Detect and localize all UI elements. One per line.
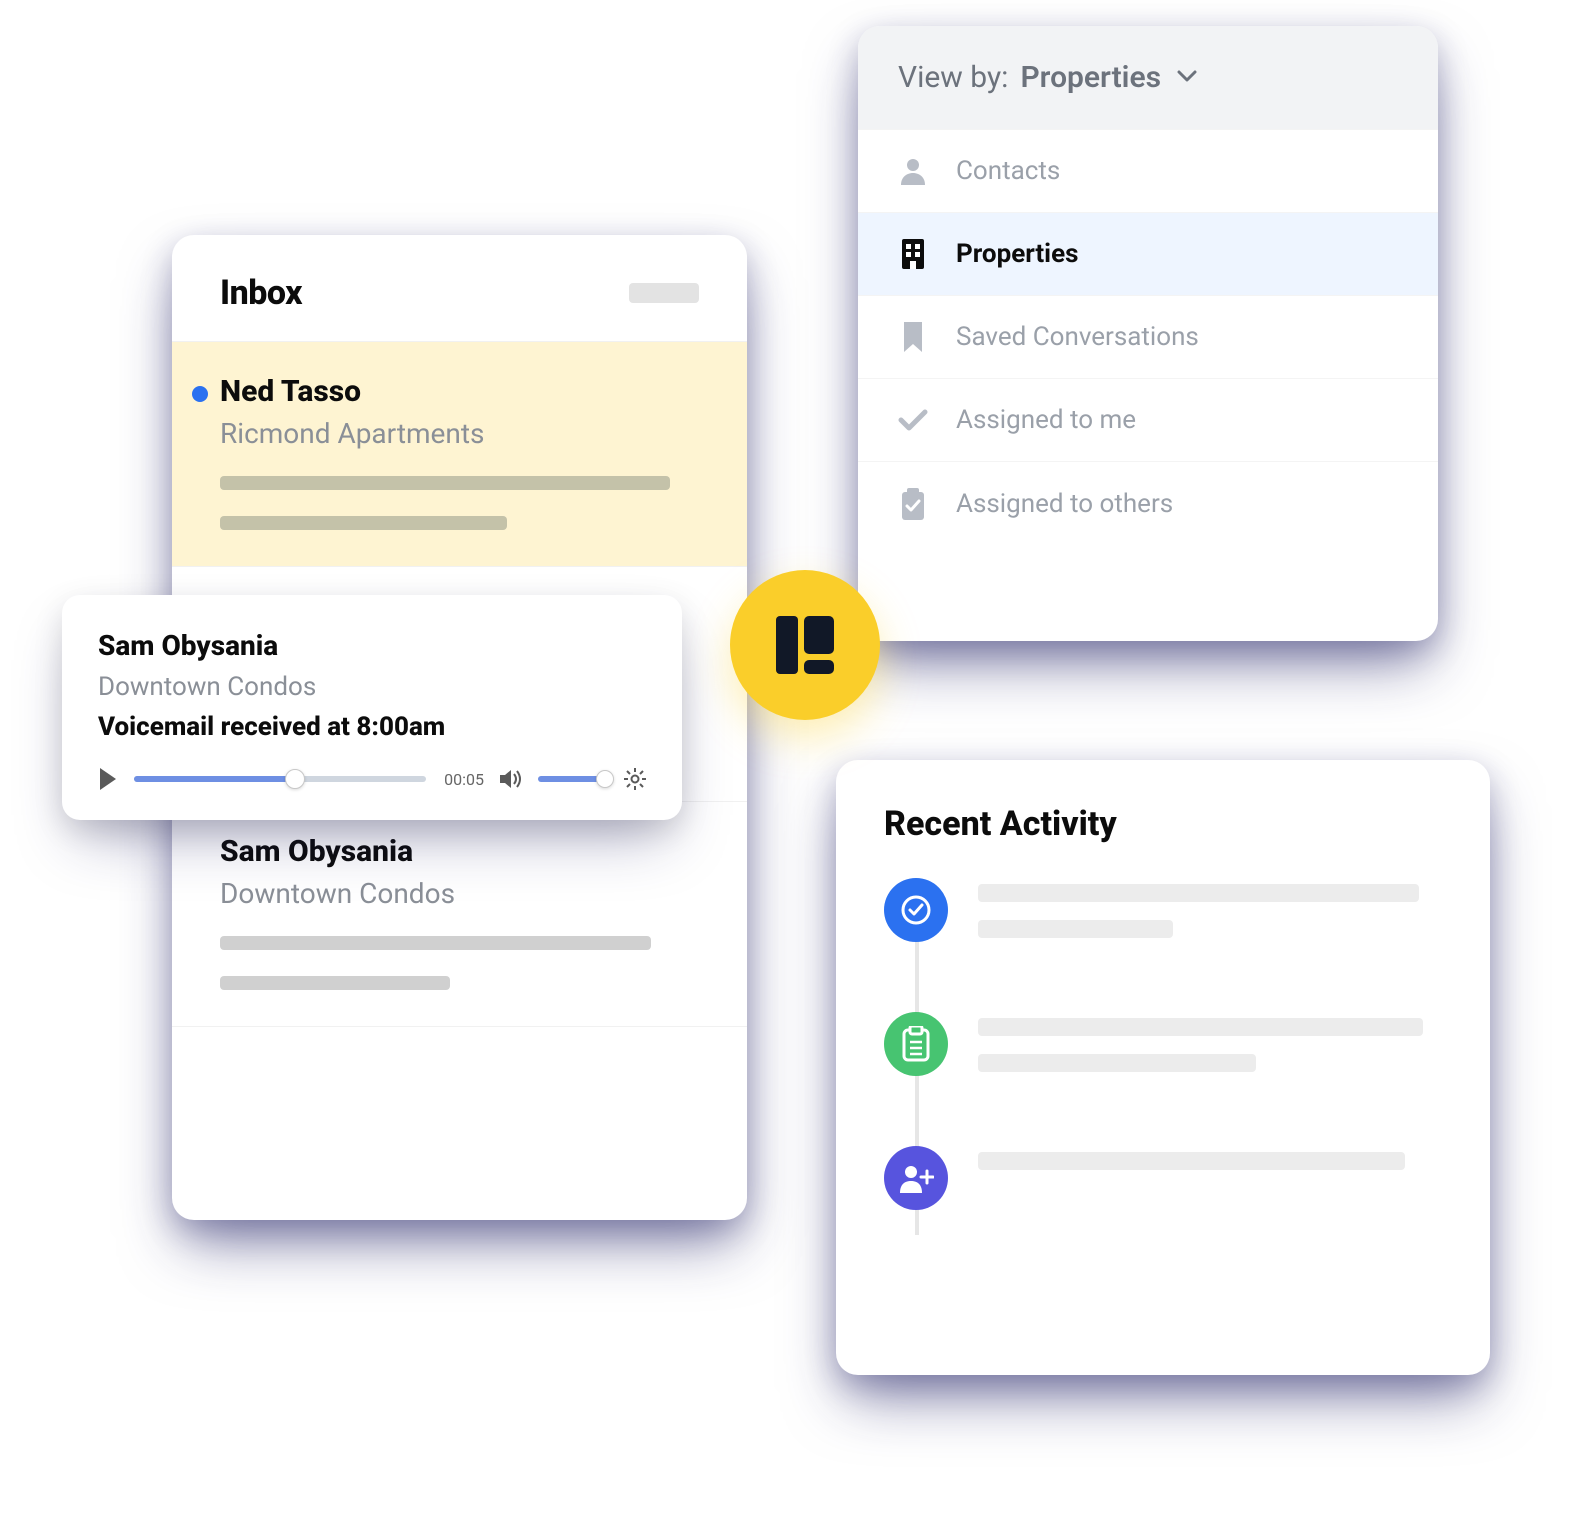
filter-label: Saved Conversations [956, 322, 1199, 352]
preview-line [220, 516, 507, 530]
canvas: View by: Properties Contacts Properties … [0, 0, 1591, 1520]
volume-handle[interactable] [596, 770, 614, 788]
contact-name: Ned Tasso [220, 374, 699, 409]
voicemail-property: Downtown Condos [98, 672, 646, 702]
activity-title: Recent Activity [884, 804, 1442, 844]
filter-label: Assigned to others [956, 489, 1173, 519]
filter-item-assigned-me[interactable]: Assigned to me [858, 378, 1438, 461]
person-icon [898, 157, 928, 185]
check-icon [898, 408, 928, 432]
contact-name: Sam Obysania [220, 834, 699, 869]
preview-line [220, 936, 651, 950]
brand-badge [730, 570, 880, 720]
inbox-header: Inbox [172, 235, 747, 342]
play-button[interactable] [98, 768, 118, 790]
unread-dot-icon [192, 386, 208, 402]
activity-text-placeholder [978, 1054, 1256, 1072]
building-icon [898, 239, 928, 269]
audio-player: 00:05 [98, 768, 646, 790]
check-circle-icon [884, 878, 948, 942]
filter-item-assigned-others[interactable]: Assigned to others [858, 461, 1438, 546]
view-by-dropdown[interactable]: View by: Properties [858, 26, 1438, 129]
preview-line [220, 976, 450, 990]
inbox-title: Inbox [220, 273, 302, 313]
activity-panel: Recent Activity [836, 760, 1490, 1375]
activity-text-placeholder [978, 920, 1173, 938]
seek-slider[interactable] [134, 776, 426, 782]
activity-text-placeholder [978, 1018, 1423, 1036]
preview-line [220, 476, 670, 490]
playback-time: 00:05 [442, 770, 484, 789]
filter-item-saved[interactable]: Saved Conversations [858, 295, 1438, 378]
activity-item[interactable] [884, 1012, 1442, 1090]
voicemail-popover: Sam Obysania Downtown Condos Voicemail r… [62, 595, 682, 820]
chevron-down-icon [1177, 68, 1197, 87]
activity-text-placeholder [978, 884, 1419, 902]
clipboard-list-icon [884, 1012, 948, 1076]
activity-item[interactable] [884, 1146, 1442, 1210]
property-name: Ricmond Apartments [220, 417, 699, 450]
volume-slider[interactable] [538, 776, 608, 782]
dashboard-logo-icon [770, 610, 840, 680]
filter-item-contacts[interactable]: Contacts [858, 129, 1438, 212]
header-placeholder [629, 283, 699, 303]
view-by-value: Properties [1020, 60, 1161, 95]
property-name: Downtown Condos [220, 877, 699, 910]
voicemail-title: Voicemail received at 8:00am [98, 712, 646, 742]
filter-item-properties[interactable]: Properties [858, 212, 1438, 295]
volume-icon[interactable] [500, 769, 522, 789]
filter-label: Assigned to me [956, 405, 1136, 435]
filter-label: Properties [956, 239, 1078, 269]
voicemail-contact: Sam Obysania [98, 629, 646, 662]
filter-label: Contacts [956, 156, 1060, 186]
view-by-label: View by: [898, 60, 1008, 95]
bookmark-icon [898, 322, 928, 352]
activity-text-placeholder [978, 1152, 1405, 1170]
seek-handle[interactable] [285, 769, 305, 789]
clipboard-check-icon [898, 488, 928, 520]
person-plus-icon [884, 1146, 948, 1210]
activity-item[interactable] [884, 878, 1442, 956]
filters-panel: View by: Properties Contacts Properties … [858, 26, 1438, 641]
inbox-item-sam[interactable]: Sam Obysania Downtown Condos [172, 802, 747, 1027]
inbox-item-ned[interactable]: Ned Tasso Ricmond Apartments [172, 342, 747, 567]
settings-gear-icon[interactable] [624, 768, 646, 790]
